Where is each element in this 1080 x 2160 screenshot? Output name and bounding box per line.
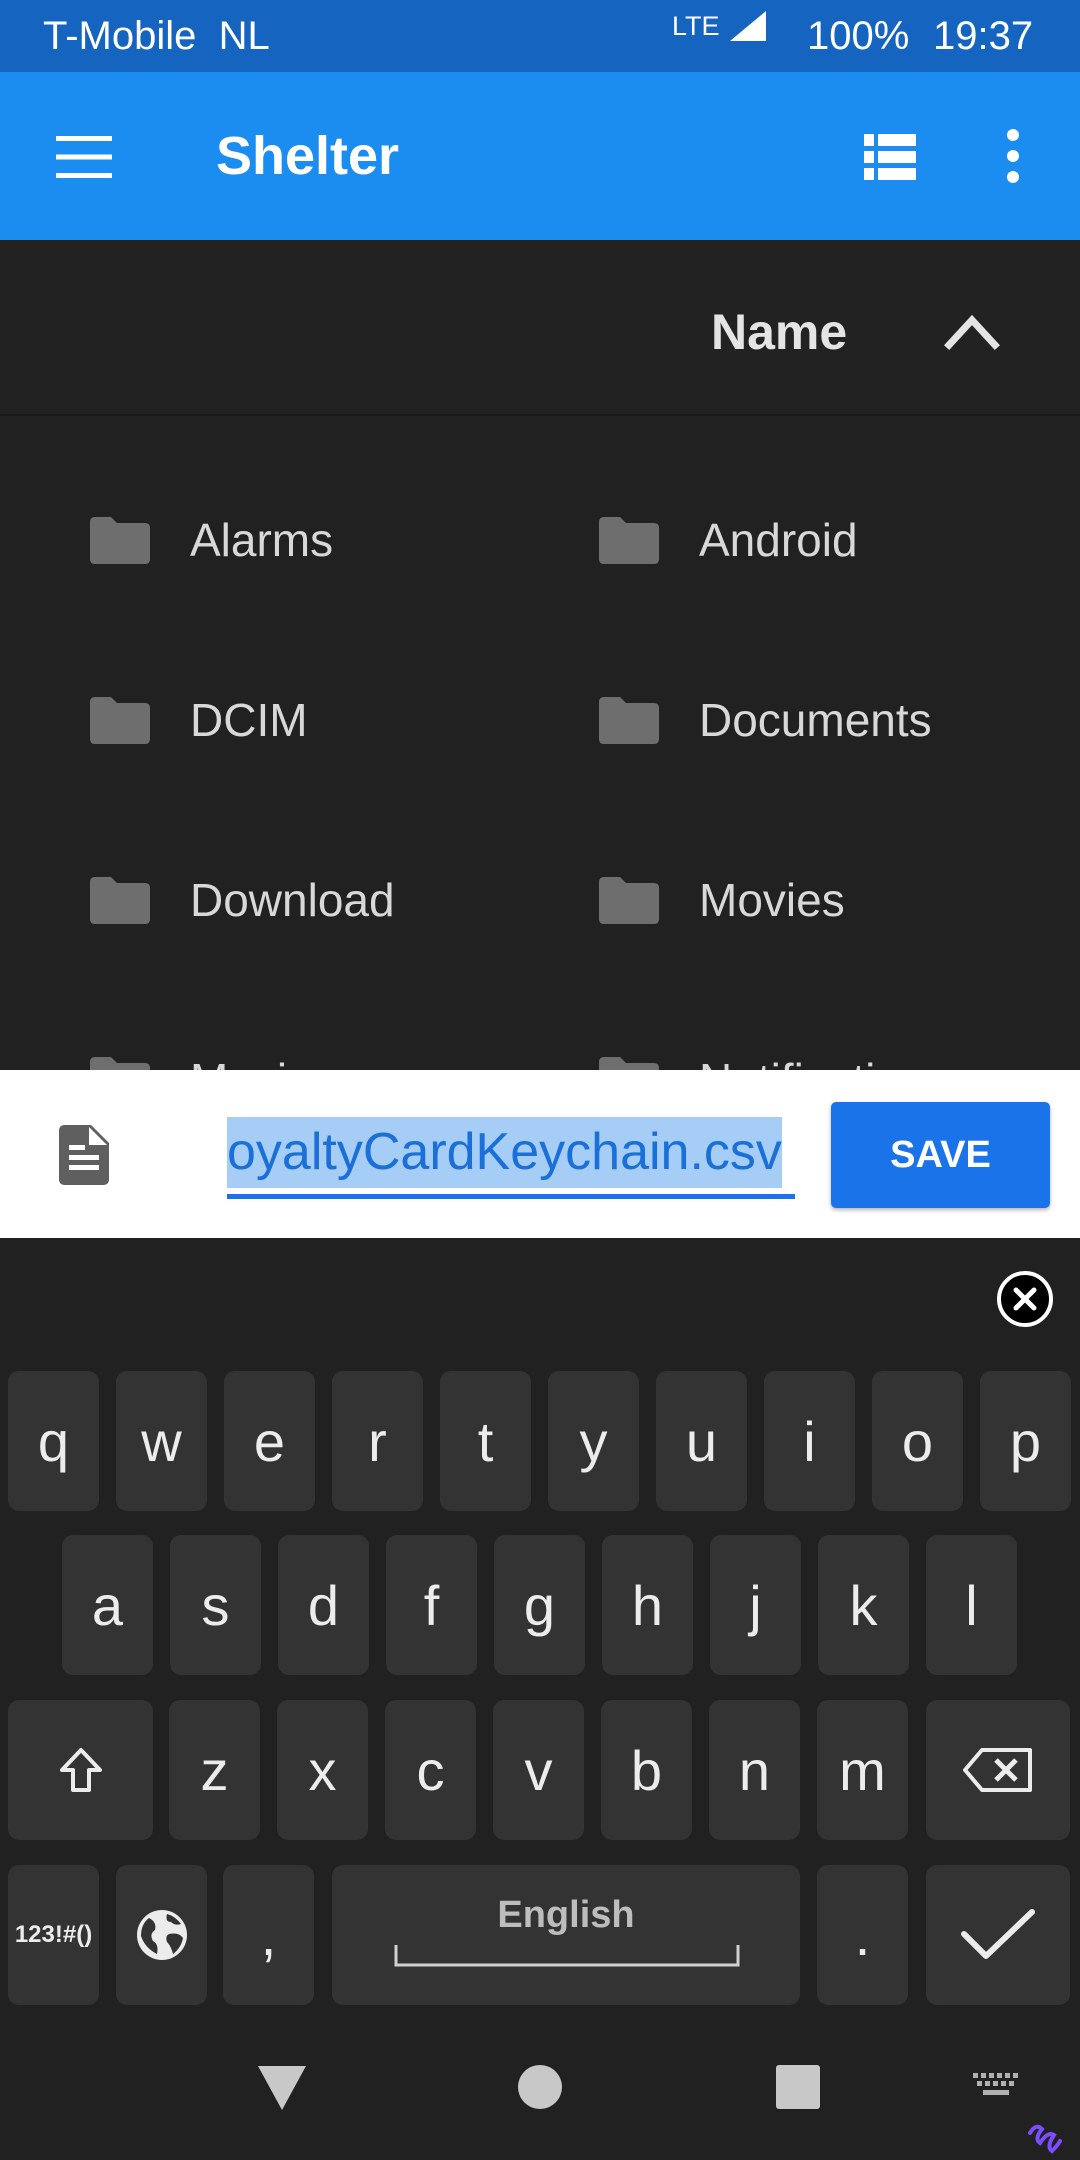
menu-icon[interactable] (56, 135, 112, 179)
app-bar: Shelter (0, 72, 1080, 240)
folder-grid: Alarms Android DCIM Documents Download Movies… (0, 416, 1080, 1070)
key-k[interactable]: k (818, 1535, 909, 1675)
globe-icon (136, 1910, 187, 1960)
comma-key[interactable]: , (223, 1865, 314, 2005)
folder-icon (90, 876, 150, 924)
key-j[interactable]: j (710, 1535, 801, 1675)
folder-icon (90, 1056, 150, 1070)
symbols-key[interactable]: 123!#() (8, 1865, 99, 2005)
key-e[interactable]: e (224, 1371, 315, 1511)
input-underline (227, 1194, 795, 1199)
shift-icon (59, 1748, 102, 1792)
key-a[interactable]: a (62, 1535, 153, 1675)
shift-key[interactable] (8, 1700, 153, 1840)
folder-label: Movies (699, 874, 845, 926)
save-button[interactable]: SAVE (831, 1102, 1050, 1208)
folder-label: DCIM (190, 694, 308, 746)
key-v[interactable]: v (493, 1700, 584, 1840)
sort-by-name-button[interactable]: Name (711, 302, 847, 362)
battery-level: 100% (807, 14, 910, 58)
key-l[interactable]: l (926, 1535, 1017, 1675)
folder-icon (599, 516, 659, 564)
space-key[interactable]: English (332, 1865, 800, 2005)
keyboard: 123!#() , English . qwertyuiop asdfghjkl z… (0, 1238, 1080, 2011)
list-view-icon[interactable] (864, 134, 916, 180)
key-b[interactable]: b (601, 1700, 692, 1840)
key-u[interactable]: u (656, 1371, 747, 1511)
key-s[interactable]: s (170, 1535, 261, 1675)
key-q[interactable]: q (8, 1371, 99, 1511)
key-m[interactable]: m (817, 1700, 908, 1840)
key-d[interactable]: d (278, 1535, 369, 1675)
checkmark-icon (961, 1909, 1035, 1959)
recents-icon[interactable] (776, 2065, 820, 2109)
folder-item[interactable]: Notifications (549, 990, 1029, 1070)
key-r[interactable]: r (332, 1371, 423, 1511)
folder-item[interactable]: Download (40, 810, 520, 990)
folder-item[interactable]: Documents (549, 630, 1029, 810)
navigation-bar (0, 2011, 1080, 2160)
carrier-name: T-Mobile NL (43, 14, 270, 58)
folder-icon (90, 516, 150, 564)
chevron-up-icon[interactable] (944, 311, 1000, 350)
document-icon (59, 1125, 109, 1185)
folder-label: Notifications (699, 1053, 950, 1070)
folder-item[interactable]: Movies (549, 810, 1029, 990)
folder-label: Alarms (190, 514, 334, 566)
more-vert-icon[interactable] (1001, 128, 1025, 184)
space-language-label: English (497, 1894, 635, 1936)
key-t[interactable]: t (440, 1371, 531, 1511)
key-o[interactable]: o (872, 1371, 963, 1511)
folder-label: Download (190, 874, 395, 926)
home-icon[interactable] (518, 2065, 562, 2109)
folder-item[interactable]: Music (40, 990, 520, 1070)
sort-header: Name (0, 240, 1080, 416)
key-x[interactable]: x (277, 1700, 368, 1840)
backspace-key[interactable] (926, 1700, 1070, 1840)
filename-value: oyaltyCardKeychain.csv (227, 1117, 782, 1188)
folder-item[interactable]: DCIM (40, 630, 520, 810)
folder-icon (599, 876, 659, 924)
key-n[interactable]: n (709, 1700, 800, 1840)
key-g[interactable]: g (494, 1535, 585, 1675)
key-z[interactable]: z (169, 1700, 260, 1840)
key-f[interactable]: f (386, 1535, 477, 1675)
brand-logo-icon (1028, 2124, 1062, 2154)
keyboard-icon[interactable] (973, 2073, 1019, 2097)
backspace-icon (963, 1748, 1032, 1792)
back-icon[interactable] (258, 2066, 306, 2110)
folder-icon (599, 696, 659, 744)
folder-icon (599, 1056, 659, 1070)
key-i[interactable]: i (764, 1371, 855, 1511)
clock: 19:37 (933, 14, 1034, 58)
network-type: LTE (672, 11, 720, 41)
key-p[interactable]: p (980, 1371, 1071, 1511)
key-c[interactable]: c (385, 1700, 476, 1840)
signal-icon (730, 11, 766, 41)
key-w[interactable]: w (116, 1371, 207, 1511)
save-bar: oyaltyCardKeychain.csv SAVE (0, 1070, 1080, 1238)
folder-label: Documents (699, 694, 932, 746)
filename-input[interactable]: oyaltyCardKeychain.csv (227, 1117, 795, 1200)
key-h[interactable]: h (602, 1535, 693, 1675)
close-circle-icon[interactable] (996, 1270, 1054, 1328)
space-bar-icon (394, 1945, 740, 1967)
period-key[interactable]: . (817, 1865, 908, 2005)
folder-label: Music (190, 1053, 310, 1070)
app-title: Shelter (216, 126, 400, 186)
folder-label: Android (699, 514, 858, 566)
folder-item[interactable]: Alarms (40, 450, 520, 630)
status-bar: T-Mobile NL LTE 100% 19:37 (0, 0, 1080, 72)
enter-key[interactable] (926, 1865, 1070, 2005)
folder-item[interactable]: Android (549, 450, 1029, 630)
language-key[interactable] (116, 1865, 207, 2005)
folder-icon (90, 696, 150, 744)
key-y[interactable]: y (548, 1371, 639, 1511)
